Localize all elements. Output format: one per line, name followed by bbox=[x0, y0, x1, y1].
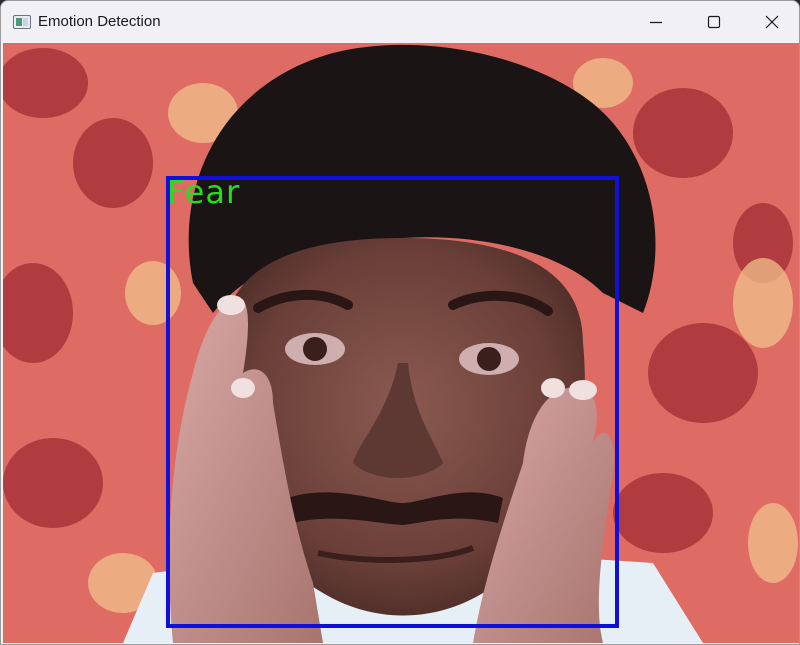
window-title: Emotion Detection bbox=[38, 13, 161, 30]
maximize-icon bbox=[707, 15, 721, 29]
video-feed-area: Fear bbox=[3, 43, 799, 643]
close-button[interactable] bbox=[743, 1, 799, 43]
close-icon bbox=[765, 15, 779, 29]
maximize-button[interactable] bbox=[685, 1, 743, 43]
minimize-icon bbox=[650, 21, 662, 24]
title-bar[interactable]: Emotion Detection bbox=[1, 1, 799, 43]
minimize-button[interactable] bbox=[627, 1, 685, 43]
app-window: Emotion Detection Fear bbox=[0, 0, 800, 645]
app-window-icon bbox=[13, 15, 31, 29]
face-detection-box bbox=[166, 176, 619, 628]
